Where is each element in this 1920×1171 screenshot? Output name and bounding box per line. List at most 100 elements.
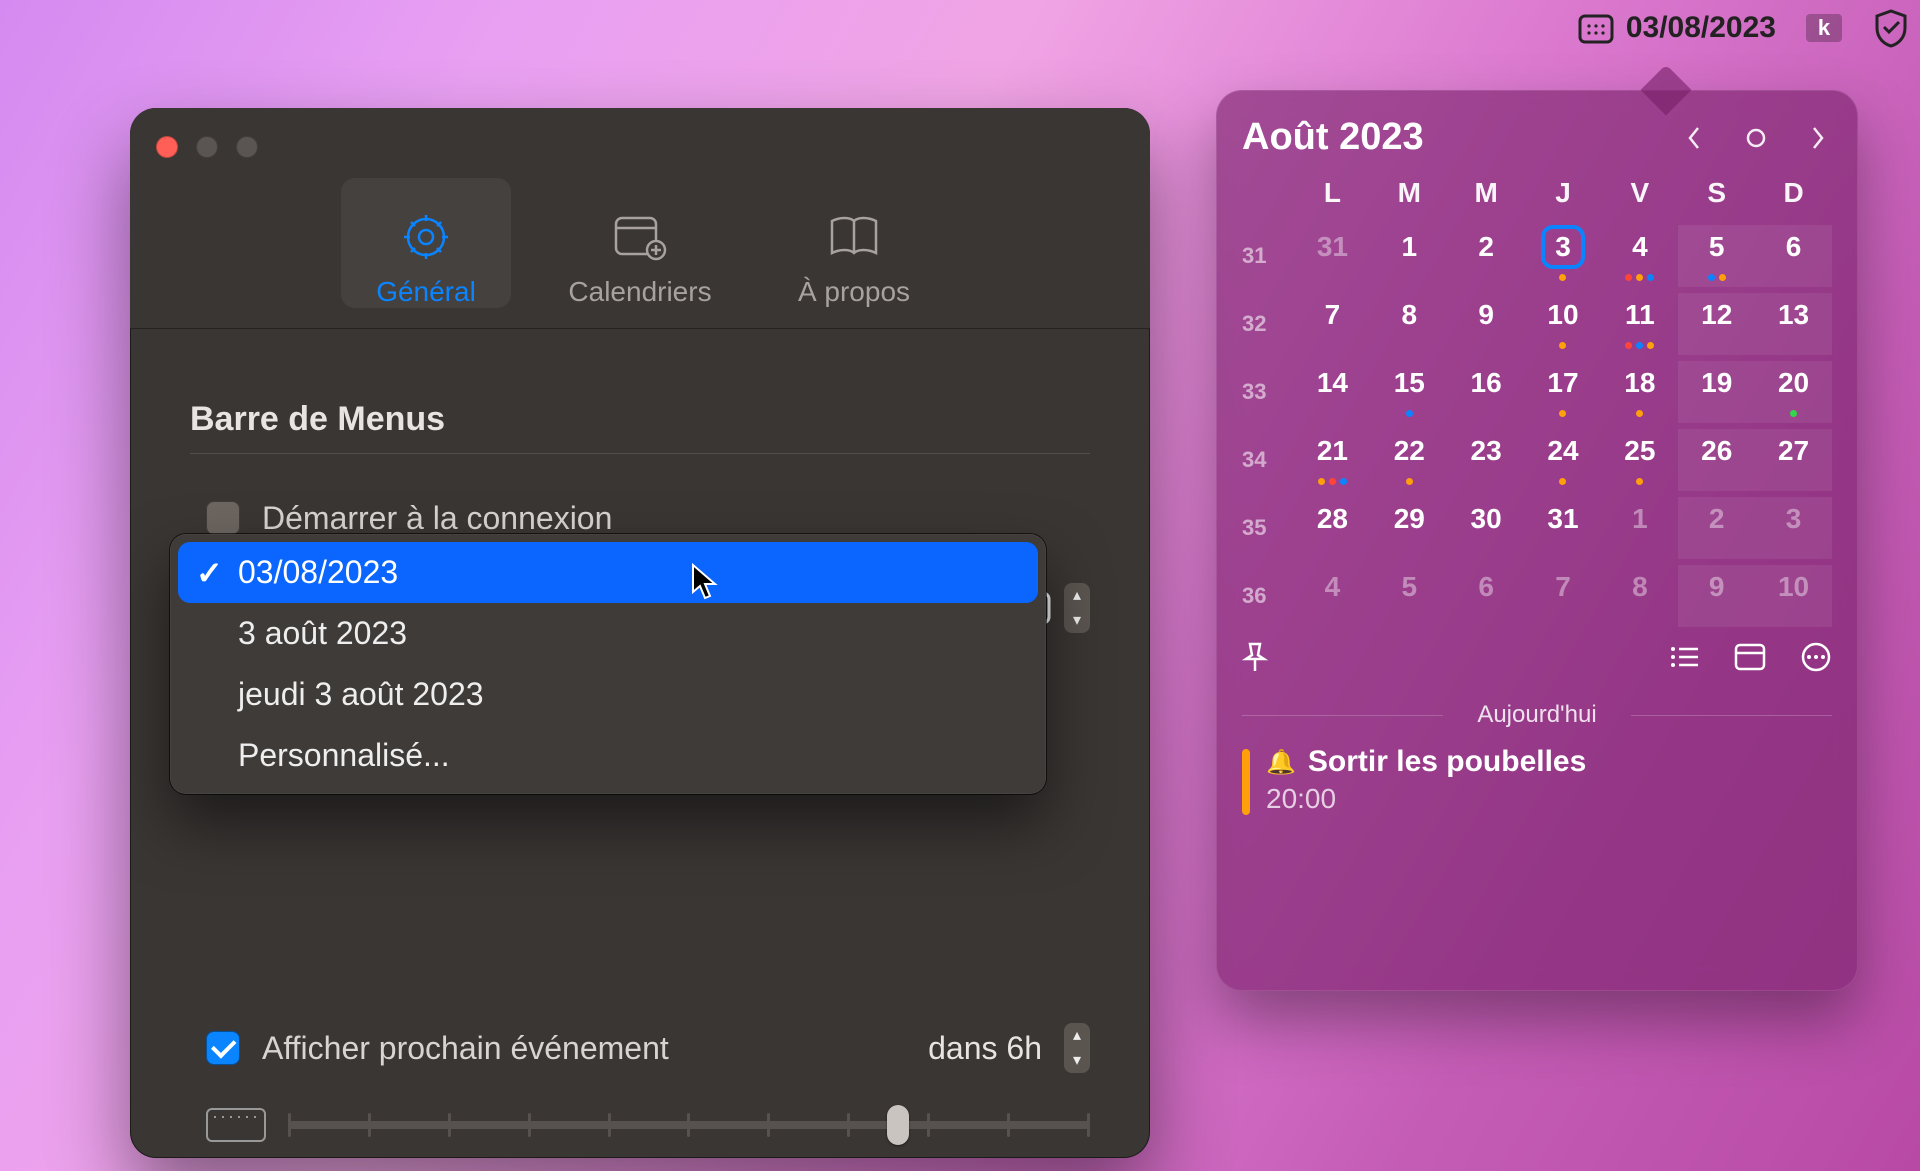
date-format-option[interactable]: 3 août 2023	[178, 603, 1038, 664]
calendar-day[interactable]: 4	[1294, 565, 1371, 627]
menubar-date-item[interactable]: 03/08/2023	[1578, 11, 1776, 45]
today-button[interactable]	[1742, 124, 1770, 152]
calendar-day[interactable]: 12	[1678, 293, 1755, 355]
today-divider: Aujourd'hui	[1242, 701, 1832, 729]
calendar-popover: Août 2023 L M M J V S D 3131123456327891…	[1216, 90, 1858, 991]
calendar-day[interactable]: 6	[1755, 225, 1832, 287]
calendar-day[interactable]: 20	[1755, 361, 1832, 423]
dow: V	[1601, 177, 1678, 219]
calendar-day[interactable]: 24	[1525, 429, 1602, 491]
calendar-day[interactable]: 5	[1371, 565, 1448, 627]
calendar-day[interactable]: 31	[1525, 497, 1602, 559]
label-show-next-event: Afficher prochain événement	[262, 1030, 669, 1067]
next-event-stepper[interactable]: ▴▾	[1064, 1023, 1090, 1073]
calendar-day[interactable]: 31	[1294, 225, 1371, 287]
list-view-button[interactable]	[1668, 644, 1700, 678]
dow: L	[1294, 177, 1371, 219]
calendar-toolbar	[1242, 641, 1832, 681]
calendar-day[interactable]: 8	[1601, 565, 1678, 627]
calendar-nav	[1680, 124, 1832, 152]
date-format-option[interactable]: jeudi 3 août 2023	[178, 664, 1038, 725]
dow: M	[1448, 177, 1525, 219]
calendar-day[interactable]: 10	[1525, 293, 1602, 355]
calendar-day[interactable]: 27	[1755, 429, 1832, 491]
book-icon	[824, 210, 884, 264]
shield-icon[interactable]	[1872, 8, 1910, 48]
tab-about-label: À propos	[798, 276, 910, 308]
calendar-day[interactable]: 29	[1371, 497, 1448, 559]
row-show-next-event: Afficher prochain événement dans 6h ▴▾	[190, 1018, 1090, 1078]
tab-calendars-label: Calendriers	[568, 276, 711, 308]
tab-calendars[interactable]: Calendriers	[555, 178, 725, 308]
tab-about[interactable]: À propos	[769, 178, 939, 308]
calendar-plus-icon	[610, 210, 670, 264]
window-minimize-button[interactable]	[196, 136, 218, 158]
calendar-day[interactable]: 8	[1371, 293, 1448, 355]
calendar-day[interactable]: 26	[1678, 429, 1755, 491]
calendar-grid: L M M J V S D 31311234563278910111213331…	[1242, 177, 1832, 627]
week-number: 34	[1242, 429, 1294, 491]
tab-general[interactable]: Général	[341, 178, 511, 308]
pin-button[interactable]	[1242, 641, 1268, 681]
calendar-day[interactable]: 18	[1601, 361, 1678, 423]
calendar-day[interactable]: 5	[1678, 225, 1755, 287]
calendar-day[interactable]: 2	[1448, 225, 1525, 287]
event-time: 20:00	[1266, 783, 1586, 815]
event-title-row: 🔔 Sortir les poubelles	[1266, 745, 1586, 779]
week-number: 33	[1242, 361, 1294, 423]
event-item[interactable]: 🔔 Sortir les poubelles 20:00	[1242, 745, 1832, 815]
calendar-day[interactable]: 16	[1448, 361, 1525, 423]
date-format-option[interactable]: Personnalisé...	[178, 725, 1038, 786]
next-month-button[interactable]	[1804, 124, 1832, 152]
calendar-day[interactable]: 1	[1371, 225, 1448, 287]
row-width-slider	[190, 1108, 1090, 1142]
checkbox-show-next-event[interactable]	[206, 1031, 240, 1065]
window-close-button[interactable]	[156, 136, 178, 158]
preferences-window: Général Calendriers À propos Barre de Me…	[130, 108, 1150, 1158]
month-view-button[interactable]	[1734, 643, 1766, 679]
calendar-day[interactable]: 23	[1448, 429, 1525, 491]
calendar-day[interactable]: 7	[1294, 293, 1371, 355]
next-event-value: dans 6h	[928, 1030, 1042, 1067]
prev-month-button[interactable]	[1680, 124, 1708, 152]
calendar-day[interactable]: 3	[1525, 225, 1602, 287]
more-button[interactable]	[1800, 641, 1832, 681]
calendar-day[interactable]: 4	[1601, 225, 1678, 287]
calendar-day[interactable]: 10	[1755, 565, 1832, 627]
calendar-day[interactable]: 3	[1755, 497, 1832, 559]
calendar-day[interactable]: 30	[1448, 497, 1525, 559]
calendar-day[interactable]: 14	[1294, 361, 1371, 423]
bell-icon: 🔔	[1266, 748, 1296, 777]
checkbox-start-at-login[interactable]	[206, 501, 240, 535]
calendar-day[interactable]: 13	[1755, 293, 1832, 355]
calendar-day[interactable]: 22	[1371, 429, 1448, 491]
calendar-day[interactable]: 28	[1294, 497, 1371, 559]
calendar-day[interactable]: 6	[1448, 565, 1525, 627]
calendar-day[interactable]: 15	[1371, 361, 1448, 423]
calendar-day[interactable]: 1	[1601, 497, 1678, 559]
calendar-day[interactable]: 2	[1678, 497, 1755, 559]
calendar-day[interactable]: 7	[1525, 565, 1602, 627]
calendar-icon	[1578, 12, 1614, 44]
calendar-day[interactable]: 19	[1678, 361, 1755, 423]
calendar-day[interactable]: 11	[1601, 293, 1678, 355]
event-title: Sortir les poubelles	[1308, 745, 1586, 779]
traffic-lights	[156, 136, 258, 158]
ruler-icon	[206, 1108, 266, 1142]
width-slider[interactable]	[288, 1121, 1090, 1129]
window-maximize-button[interactable]	[236, 136, 258, 158]
section-title: Barre de Menus	[190, 400, 1090, 439]
calendar-day[interactable]: 9	[1678, 565, 1755, 627]
calendar-day[interactable]: 21	[1294, 429, 1371, 491]
date-format-option[interactable]: 03/08/2023	[178, 542, 1038, 603]
icon-stepper[interactable]: ▴▾	[1064, 583, 1090, 633]
calendar-day[interactable]: 25	[1601, 429, 1678, 491]
menubar-date-text: 03/08/2023	[1626, 11, 1776, 45]
k-icon[interactable]: k	[1806, 14, 1842, 42]
dow: M	[1371, 177, 1448, 219]
gear-icon	[396, 210, 456, 264]
titlebar: Général Calendriers À propos	[130, 108, 1150, 329]
week-number: 35	[1242, 497, 1294, 559]
calendar-day[interactable]: 17	[1525, 361, 1602, 423]
calendar-day[interactable]: 9	[1448, 293, 1525, 355]
